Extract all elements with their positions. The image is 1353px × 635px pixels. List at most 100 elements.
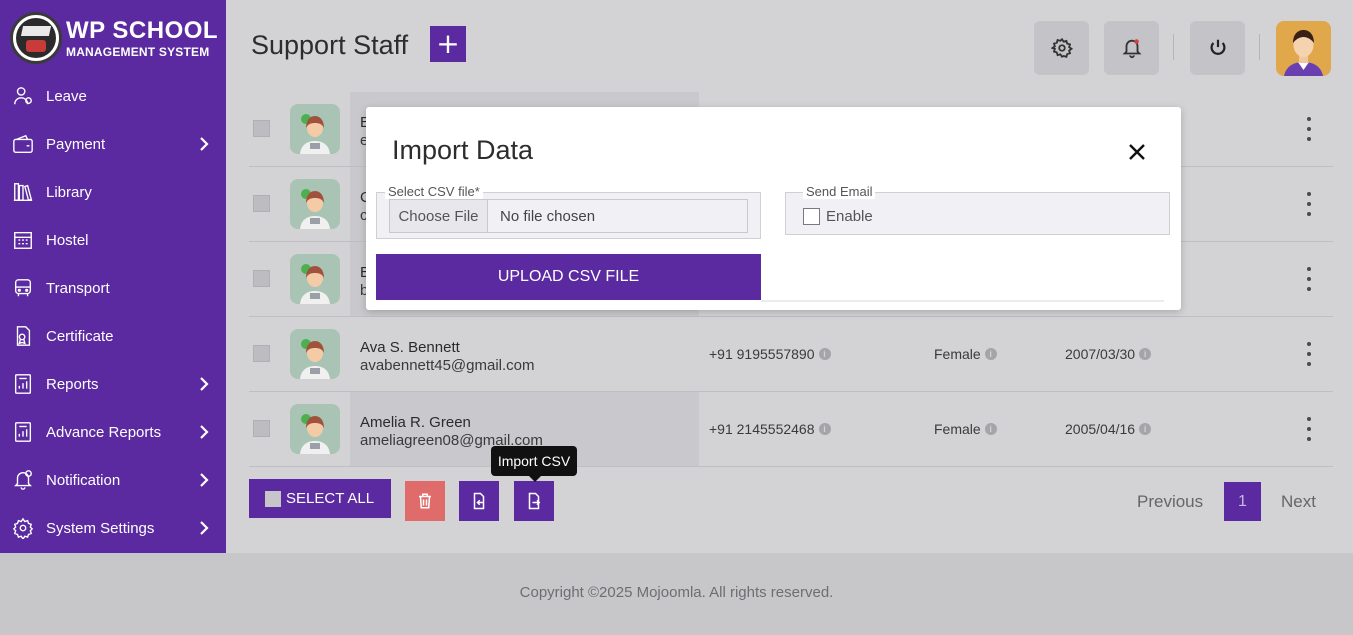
chevron-right-icon: [200, 377, 209, 391]
send-email-option[interactable]: Enable: [803, 208, 873, 225]
file-export-icon: [473, 492, 485, 510]
bus-icon: [12, 277, 34, 299]
pagination-previous[interactable]: Previous: [1137, 492, 1203, 512]
settings-button[interactable]: [1034, 21, 1089, 75]
select-all-checkbox[interactable]: [265, 490, 281, 507]
upload-csv-button[interactable]: UPLOAD CSV FILE: [376, 254, 761, 300]
row-checkbox[interactable]: [253, 345, 270, 362]
staff-phone: +91 2145552468 i: [709, 421, 831, 437]
logout-button[interactable]: [1190, 21, 1245, 75]
staff-name[interactable]: Ava S. Bennett: [360, 339, 460, 356]
sidebar-item-certificate[interactable]: Certificate: [0, 312, 226, 360]
csv-file-fieldset: Select CSV file* Choose File No file cho…: [376, 185, 761, 239]
send-email-checkbox[interactable]: [803, 208, 820, 225]
sidebar-item-label: Payment: [46, 135, 106, 153]
staff-avatar: [290, 104, 340, 154]
reports-icon: [12, 373, 34, 395]
send-email-label: Enable: [826, 208, 873, 225]
modal-divider: [761, 300, 1164, 302]
info-icon[interactable]: i: [1139, 423, 1152, 435]
gender-value: Female: [934, 346, 981, 362]
gear-icon: [1050, 37, 1073, 58]
sidebar: WP SCHOOL MANAGEMENT SYSTEM Leave Paymen…: [0, 0, 226, 553]
pagination-page-1[interactable]: 1: [1224, 482, 1261, 521]
sidebar-item-hostel[interactable]: Hostel: [0, 216, 226, 264]
select-all-button[interactable]: SELECT ALL: [249, 479, 391, 518]
header-divider: [1173, 34, 1174, 60]
sidebar-item-system-settings[interactable]: System Settings: [0, 504, 226, 552]
chevron-right-icon: [200, 137, 209, 151]
close-icon[interactable]: [1126, 141, 1148, 163]
notifications-button[interactable]: [1104, 21, 1159, 75]
add-staff-button[interactable]: +: [430, 26, 466, 62]
staff-avatar: [290, 254, 340, 304]
choose-file-button[interactable]: Choose File: [390, 200, 488, 232]
advance-reports-icon: [12, 421, 34, 443]
row-actions-menu[interactable]: [1304, 117, 1314, 141]
bell-icon: [12, 469, 34, 491]
phone-value: +91 9195557890: [709, 346, 815, 362]
app-logo[interactable]: WP SCHOOL MANAGEMENT SYSTEM: [10, 12, 218, 64]
sidebar-item-label: Transport: [46, 279, 110, 297]
chevron-right-icon: [200, 473, 209, 487]
import-csv-tooltip: Import CSV: [491, 446, 577, 482]
sidebar-item-payment[interactable]: Payment: [0, 120, 226, 168]
hostel-icon: [12, 229, 34, 251]
export-csv-button[interactable]: [459, 481, 499, 521]
delete-selected-button[interactable]: [405, 481, 445, 521]
sidebar-item-leave[interactable]: Leave: [0, 72, 226, 120]
copyright-text: Copyright ©2025 Mojoomla. All rights res…: [519, 584, 834, 601]
gender-value: Female: [934, 421, 981, 437]
sidebar-item-label: Hostel: [46, 231, 89, 249]
staff-dob: 2007/03/30 i: [1065, 346, 1152, 362]
table-row: Amelia R. Green ameliagreen08@gmail.com …: [249, 392, 1333, 467]
csv-file-input[interactable]: Choose File No file chosen: [389, 199, 748, 233]
row-checkbox[interactable]: [253, 420, 270, 437]
sidebar-item-label: Reports: [46, 375, 99, 393]
sidebar-item-notification[interactable]: Notification: [0, 456, 226, 504]
row-checkbox[interactable]: [253, 120, 270, 137]
staff-avatar: [290, 404, 340, 454]
user-avatar-icon: [1284, 30, 1323, 76]
import-data-modal: Import Data Select CSV file* Choose File…: [366, 107, 1181, 310]
pagination-next[interactable]: Next: [1281, 492, 1316, 512]
dob-value: 2007/03/30: [1065, 346, 1136, 362]
csv-file-legend: Select CSV file*: [385, 185, 483, 199]
staff-avatar: [290, 329, 340, 379]
info-icon[interactable]: i: [984, 423, 997, 435]
sidebar-item-label: Library: [46, 183, 92, 201]
select-all-label: SELECT ALL: [286, 490, 375, 507]
sidebar-item-label: Advance Reports: [46, 423, 162, 441]
chevron-right-icon: [200, 521, 209, 535]
dob-value: 2005/04/16: [1065, 421, 1136, 437]
bell-icon: [1121, 39, 1142, 59]
power-icon: [1210, 39, 1225, 55]
sidebar-item-library[interactable]: Library: [0, 168, 226, 216]
info-icon[interactable]: i: [984, 348, 997, 360]
info-icon[interactable]: i: [818, 348, 831, 360]
sidebar-item-label: Notification: [46, 471, 121, 489]
staff-name[interactable]: Amelia R. Green: [360, 414, 471, 431]
sidebar-item-transport[interactable]: Transport: [0, 264, 226, 312]
library-icon: [12, 181, 34, 203]
row-actions-menu[interactable]: [1304, 267, 1314, 291]
modal-title: Import Data: [392, 135, 534, 165]
info-icon[interactable]: i: [1139, 348, 1152, 360]
phone-value: +91 2145552468: [709, 421, 815, 437]
row-actions-menu[interactable]: [1304, 192, 1314, 216]
row-checkbox[interactable]: [253, 195, 270, 212]
send-email-legend: Send Email: [803, 185, 876, 199]
row-checkbox[interactable]: [253, 270, 270, 287]
user-avatar[interactable]: [1276, 21, 1331, 76]
row-actions-menu[interactable]: [1304, 417, 1314, 441]
staff-email: avabennett45@gmail.com: [360, 357, 535, 374]
leave-icon: [12, 85, 34, 107]
logo-title: WP SCHOOL: [66, 16, 219, 44]
chevron-right-icon: [200, 425, 209, 439]
sidebar-item-reports[interactable]: Reports: [0, 360, 226, 408]
school-logo-icon: [10, 12, 62, 64]
import-csv-button[interactable]: [514, 481, 554, 521]
info-icon[interactable]: i: [818, 423, 831, 435]
row-actions-menu[interactable]: [1304, 342, 1314, 366]
sidebar-item-advance-reports[interactable]: Advance Reports: [0, 408, 226, 456]
